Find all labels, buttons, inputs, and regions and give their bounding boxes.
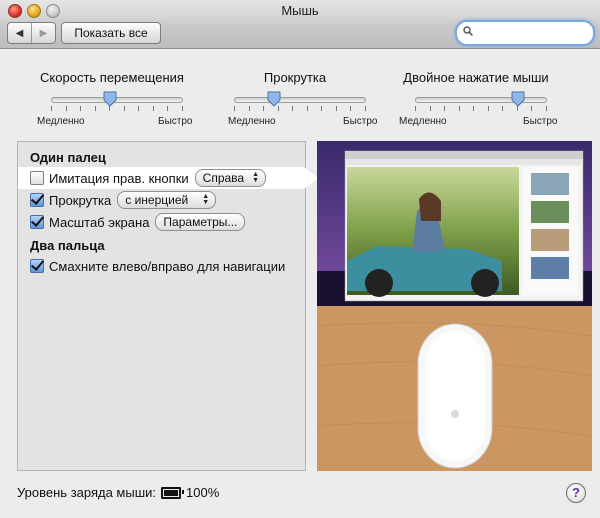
slider-tick (167, 106, 168, 111)
double-click-ticks (415, 106, 547, 111)
slider-tick (502, 106, 503, 111)
mouse-preferences-window: Мышь ◀ ▶ Показать все Скорость перемещен… (0, 0, 600, 518)
slider-tick (138, 106, 139, 111)
scrolling-speed-max-label: Быстро (343, 116, 378, 127)
slider-tick (350, 106, 351, 111)
slider-tick (307, 106, 308, 111)
search-field[interactable] (455, 20, 595, 46)
battery-status: Уровень заряда мыши: 100% (17, 485, 219, 500)
secondary-click-checkbox[interactable] (30, 171, 44, 185)
slider-tick (249, 106, 250, 111)
slider-tick (531, 106, 532, 111)
preview-magic-mouse-image (317, 306, 592, 471)
scrolling-speed-knob[interactable] (267, 91, 281, 107)
slider-tick (95, 106, 96, 111)
slider-tick (488, 106, 489, 111)
slider-tick (415, 106, 416, 111)
screen-zoom-row: Масштаб экрана Параметры... (30, 212, 246, 232)
scrolling-speed-min-label: Медленно (228, 116, 276, 127)
screen-zoom-label: Масштаб экрана (49, 214, 150, 230)
slider-tick (124, 106, 125, 111)
swipe-row: Смахните влево/вправо для навигации (30, 256, 285, 276)
search-input[interactable] (477, 24, 585, 40)
slider-tick (182, 106, 183, 111)
tracking-speed-min-label: Медленно (37, 116, 85, 127)
slider-tick (321, 106, 322, 111)
scrolling-mode-value: с инерцией (125, 193, 189, 207)
slider-tick (444, 106, 445, 111)
slider-tick (51, 106, 52, 111)
secondary-click-side-popup[interactable]: Справа ▲ ▼ (194, 169, 267, 187)
scrolling-speed-slider-group: Прокрутка Медленно Быстро (220, 70, 377, 127)
battery-value: 100% (186, 485, 220, 500)
secondary-click-side-value: Справа (202, 171, 245, 185)
slider-tick (546, 106, 547, 111)
battery-fill (164, 489, 179, 496)
forward-button[interactable]: ▶ (31, 23, 55, 43)
slider-tick (234, 106, 235, 111)
slider-tick (153, 106, 154, 111)
battery-label: Уровень заряда мыши: (17, 485, 157, 500)
tracking-speed-slider-group: Скорость перемещения Медленно Быстро (37, 70, 192, 127)
search-icon (463, 26, 473, 36)
double-click-knob[interactable] (511, 91, 525, 107)
slider-tick (292, 106, 293, 111)
popup-arrows-icon: ▲ ▼ (252, 171, 260, 184)
screen-zoom-checkbox[interactable] (30, 215, 44, 229)
gesture-options-panel: Один палец Имитация прав. кнопки Справа … (17, 141, 318, 471)
scrolling-checkbox[interactable] (30, 193, 44, 207)
zoom-options-button[interactable]: Параметры... (155, 213, 246, 231)
secondary-click-row: Имитация прав. кнопки Справа ▲ ▼ (30, 168, 267, 188)
slider-tick (430, 106, 431, 111)
scrolling-speed-ticks (234, 106, 366, 111)
tracking-speed-knob[interactable] (103, 91, 117, 107)
back-forward-control: ◀ ▶ (7, 22, 56, 44)
slider-tick (473, 106, 474, 111)
slider-tick (66, 106, 67, 111)
double-click-max-label: Быстро (523, 116, 558, 127)
back-arrow-icon: ◀ (15, 27, 24, 39)
slider-tick (336, 106, 337, 111)
back-button[interactable]: ◀ (8, 23, 31, 43)
swipe-checkbox[interactable] (30, 259, 44, 273)
tracking-speed-title: Скорость перемещения (40, 70, 184, 85)
selected-row-pointer (304, 167, 318, 189)
slider-tick (459, 106, 460, 111)
two-fingers-title: Два пальца (30, 238, 105, 253)
slider-tick (263, 106, 264, 111)
scrolling-label: Прокрутка (49, 192, 112, 208)
double-click-min-label: Медленно (399, 116, 447, 127)
slider-tick (80, 106, 81, 111)
forward-arrow-icon: ▶ (39, 27, 48, 39)
scrolling-speed-track[interactable] (234, 97, 366, 103)
preview-screen-image (317, 141, 592, 306)
swipe-label: Смахните влево/вправо для навигации (49, 258, 286, 274)
help-button[interactable]: ? (566, 483, 586, 503)
show-all-button[interactable]: Показать все (61, 22, 161, 44)
scrolling-row: Прокрутка с инерцией ▲ ▼ (30, 190, 217, 210)
double-click-title: Двойное нажатие мыши (403, 70, 549, 85)
one-finger-title: Один палец (30, 150, 106, 165)
tracking-speed-max-label: Быстро (158, 116, 193, 127)
slider-tick (365, 106, 366, 111)
scrolling-speed-title: Прокрутка (263, 70, 327, 85)
popup-arrows-icon: ▲ ▼ (202, 193, 210, 206)
window-title: Мышь (281, 3, 319, 18)
double-click-track[interactable] (415, 97, 547, 103)
scrolling-mode-popup[interactable]: с инерцией ▲ ▼ (117, 191, 217, 209)
gesture-preview (317, 141, 592, 471)
double-click-slider-group: Двойное нажатие мыши Медленно Быстро (399, 70, 557, 127)
toolbar: Мышь ◀ ▶ Показать все (0, 0, 600, 49)
battery-icon (161, 486, 185, 499)
secondary-click-label: Имитация прав. кнопки (49, 170, 189, 186)
